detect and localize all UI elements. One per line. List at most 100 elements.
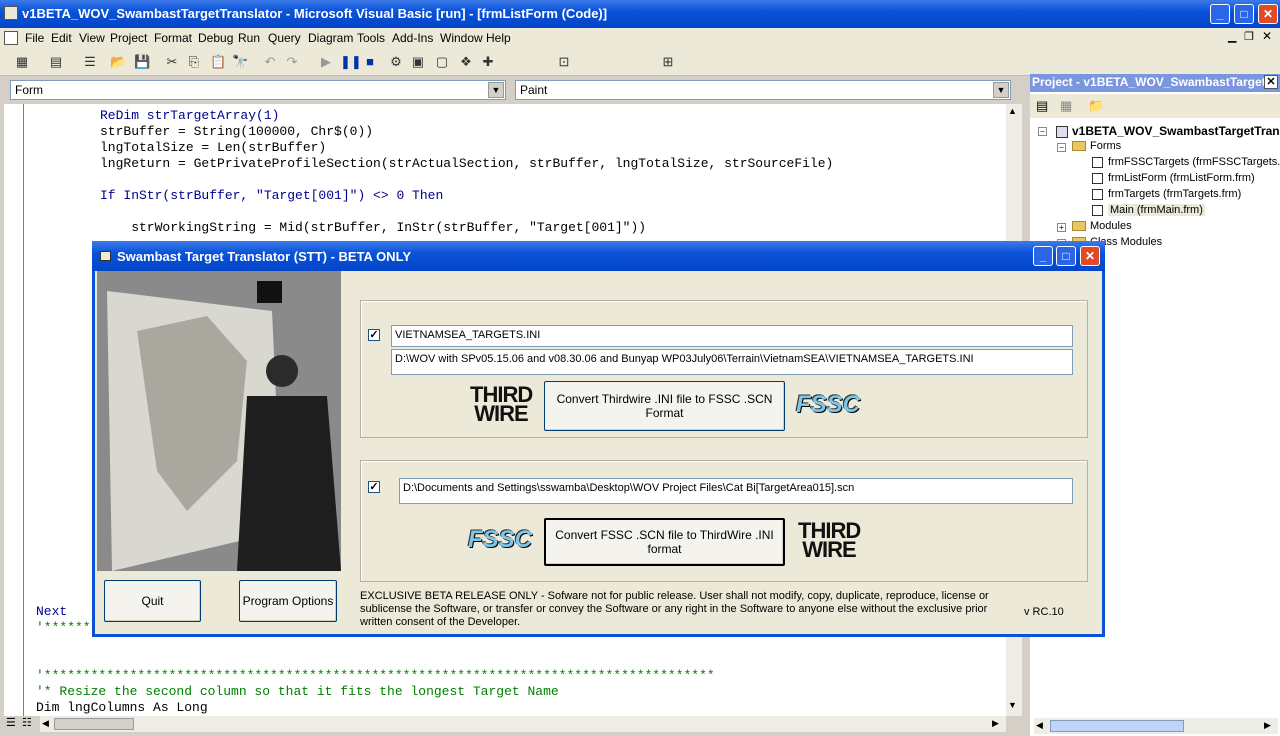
program-options-button[interactable]: Program Options	[239, 580, 337, 622]
menu-file[interactable]: File	[25, 31, 44, 45]
ini-name-field[interactable]: VIETNAMSEA_TARGETS.INI	[391, 325, 1073, 347]
scroll-up-icon[interactable]: ▲	[1008, 106, 1017, 116]
project-icon	[1056, 125, 1068, 138]
thirdwire-logo-line2: WIRE	[474, 401, 528, 426]
mdi-restore-button[interactable]: ❐	[1244, 30, 1258, 44]
convert-scn-button[interactable]: Convert FSSC .SCN file to ThirdWire .INI…	[544, 518, 785, 566]
fssc-logo: FSSC	[796, 391, 861, 418]
code-line: '* Resize the second column so that it f…	[36, 684, 559, 699]
start-icon[interactable]: ▶	[318, 54, 334, 70]
break-icon[interactable]: ❚❚	[340, 54, 362, 70]
scroll-thumb[interactable]	[1050, 720, 1184, 732]
dialog-minimize-button[interactable]: _	[1033, 246, 1053, 266]
menu-add-ins[interactable]: Add-Ins	[392, 31, 433, 45]
maximize-button[interactable]: □	[1234, 4, 1254, 24]
end-icon[interactable]: ■	[362, 54, 378, 70]
chevron-down-icon[interactable]: ▼	[488, 82, 504, 98]
object-browser-icon[interactable]: ❖	[458, 54, 474, 70]
mdi-close-button[interactable]: ✕	[1262, 29, 1276, 43]
ini-path-field[interactable]: D:\WOV with SPv05.15.06 and v08.30.06 an…	[391, 349, 1073, 375]
tree-form-item[interactable]: frmFSSCTargets (frmFSSCTargets.	[1092, 156, 1280, 168]
menu-window[interactable]: Window	[440, 31, 483, 45]
menu-tools[interactable]: Tools	[357, 31, 385, 45]
toggle-folders-icon[interactable]: 📁	[1088, 98, 1104, 114]
code-line: strBuffer = String(100000, Chr$(0))	[100, 124, 374, 139]
tree-forms-folder[interactable]: Forms	[1072, 140, 1121, 152]
save-icon[interactable]: 💾	[134, 54, 150, 70]
photo-illustration	[97, 271, 341, 571]
tree-collapse-root[interactable]: −	[1038, 127, 1047, 136]
ini-path-value: D:\WOV with SPv05.15.06 and v08.30.06 an…	[395, 353, 974, 365]
dialog-close-button[interactable]: ✕	[1080, 246, 1100, 266]
tree-expand-modules[interactable]: +	[1057, 223, 1066, 232]
scroll-thumb[interactable]	[54, 718, 134, 730]
project-explorer-icon[interactable]: ⚙	[388, 54, 404, 70]
menu-help[interactable]: Help	[486, 31, 511, 45]
scroll-right-icon[interactable]: ▶	[992, 718, 999, 729]
menu-edit[interactable]: Edit	[51, 31, 72, 45]
scroll-down-icon[interactable]: ▼	[1008, 700, 1017, 710]
object-combo[interactable]: Form ▼	[10, 80, 506, 100]
paste-icon[interactable]: 📋	[210, 54, 226, 70]
mdi-minimize-button[interactable]: ▁	[1228, 30, 1242, 44]
tree-form-item[interactable]: frmListForm (frmListForm.frm)	[1092, 172, 1255, 184]
procedure-view-icon[interactable]: ☰	[6, 716, 16, 729]
project-explorer-title-text: Project - v1BETA_WOV_SwambastTarget	[1032, 75, 1266, 89]
code-horizontal-scrollbar[interactable]: ◀ ▶	[40, 716, 1006, 732]
toolbox-icon[interactable]: ✚	[480, 54, 496, 70]
project-explorer-title: Project - v1BETA_WOV_SwambastTarget	[1030, 74, 1280, 92]
menu-diagram[interactable]: Diagram	[308, 31, 353, 45]
tree-form-item[interactable]: frmTargets (frmTargets.frm)	[1092, 188, 1241, 200]
menu-view[interactable]: View	[79, 31, 105, 45]
undo-icon[interactable]: ↶	[262, 54, 278, 70]
project-horizontal-scrollbar[interactable]: ◀ ▶	[1034, 718, 1278, 734]
procedure-combo[interactable]: Paint ▼	[515, 80, 1011, 100]
cut-icon[interactable]: ✂	[164, 54, 180, 70]
add-form-icon[interactable]: ▤	[48, 54, 64, 70]
scroll-left-icon[interactable]: ◀	[42, 718, 49, 729]
scroll-left-icon[interactable]: ◀	[1036, 720, 1043, 731]
open-icon[interactable]: 📂	[110, 54, 126, 70]
tree-form-label: frmListForm (frmListForm.frm)	[1108, 172, 1255, 184]
vb-app-icon	[4, 6, 18, 20]
tree-collapse-forms[interactable]: −	[1057, 143, 1066, 152]
tree-root[interactable]: v1BETA_WOV_SwambastTargetTran	[1056, 124, 1280, 138]
form-layout-icon[interactable]: ▢	[434, 54, 450, 70]
properties-window-icon[interactable]: ▣	[410, 54, 426, 70]
chevron-down-icon[interactable]: ▼	[993, 82, 1009, 98]
minimize-button[interactable]: _	[1210, 4, 1230, 24]
dialog-title-bar[interactable]: Swambast Target Translator (STT) - BETA …	[92, 241, 1105, 271]
menu-query[interactable]: Query	[268, 31, 301, 45]
project-close-button[interactable]: ✕	[1264, 75, 1278, 89]
tree-modules-folder[interactable]: Modules	[1072, 220, 1132, 232]
redo-icon[interactable]: ↷	[284, 54, 300, 70]
convert-ini-button[interactable]: Convert Thirdwire .INI file to FSSC .SCN…	[544, 381, 785, 431]
copy-icon[interactable]: ⎘	[186, 54, 202, 70]
version-label: v RC.10	[1024, 606, 1064, 618]
tree-forms-label: Forms	[1090, 140, 1122, 152]
menu-run[interactable]: Run	[238, 31, 260, 45]
procedure-combo-value: Paint	[520, 83, 548, 97]
full-module-view-icon[interactable]: ☷	[22, 716, 32, 729]
code-line: Next	[36, 604, 68, 619]
add-project-icon[interactable]: ▦	[14, 54, 30, 70]
dialog-maximize-button[interactable]: □	[1056, 246, 1076, 266]
tree-form-item-selected[interactable]: Main (frmMain.frm)	[1092, 204, 1205, 216]
view-object-icon[interactable]: ▦	[1060, 98, 1072, 114]
form-icon	[1092, 204, 1103, 216]
code-line: Dim lngColumns As Long	[36, 700, 208, 715]
main-title-bar[interactable]: v1BETA_WOV_SwambastTargetTranslator - Mi…	[0, 0, 1280, 28]
scn-checkbox[interactable]: ✓	[368, 481, 380, 493]
scn-path-field[interactable]: D:\Documents and Settings\sswamba\Deskto…	[399, 478, 1073, 504]
quit-button[interactable]: Quit	[104, 580, 201, 622]
menu-project[interactable]: Project	[110, 31, 147, 45]
menu-debug[interactable]: Debug	[198, 31, 233, 45]
view-code-icon[interactable]: ▤	[1036, 98, 1048, 114]
find-icon[interactable]: 🔭	[232, 54, 248, 70]
close-button[interactable]: ✕	[1258, 4, 1278, 24]
ini-checkbox[interactable]: ✓	[368, 329, 380, 341]
menu-format[interactable]: Format	[154, 31, 192, 45]
scroll-right-icon[interactable]: ▶	[1264, 720, 1271, 731]
menu-editor-icon[interactable]: ☰	[82, 54, 98, 70]
tree-root-label: v1BETA_WOV_SwambastTargetTran	[1072, 124, 1280, 138]
